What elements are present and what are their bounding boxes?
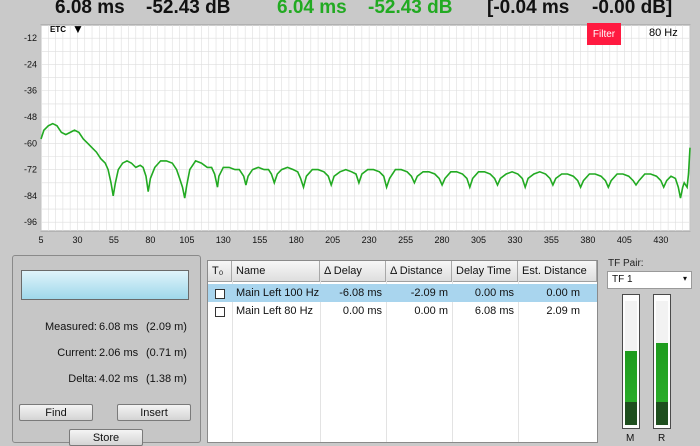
level-progress-meter [21,270,189,300]
row-delta-distance: -2.09 m [410,287,448,299]
t0-checkbox[interactable] [215,307,225,317]
y-tick-label: -12 [24,33,37,43]
row-name: Main Left 80 Hz [236,305,314,317]
delta-level-readout: -0.00 dB] [592,0,673,18]
column-header-est-distance[interactable]: Est. Distance [518,261,597,281]
column-header-delay-time[interactable]: Delay Time [452,261,518,281]
table-row[interactable]: Main Left 80 Hz 0.00 ms 0.00 m 6.08 ms 2… [208,302,597,320]
delta-label: Delta: [68,373,97,385]
row-name: Main Left 100 Hz [236,287,320,299]
x-tick-label: 355 [544,235,559,245]
x-tick-label: 30 [72,235,82,245]
x-tick-label: 5 [38,235,43,245]
delay-readout-bar: 6.08 ms -52.43 dB 6.04 ms -52.43 dB [-0.… [0,0,700,24]
column-header-name[interactable]: Name [232,261,320,281]
measured-label: Measured: [45,321,97,333]
tf-pair-value: TF 1 [612,274,633,285]
filter-button[interactable]: Filter [587,23,621,45]
row-delta-delay: -6.08 ms [339,287,382,299]
etc-view-label: ETC [50,25,66,34]
y-tick-label: -72 [24,165,37,175]
x-tick-label: 80 [145,235,155,245]
x-tick-label: 305 [471,235,486,245]
x-tick-label: 430 [653,235,668,245]
view-dropdown-arrow-icon[interactable]: ▼ [72,22,84,36]
y-tick-label: -84 [24,191,37,201]
x-tick-label: 105 [179,235,194,245]
row-delta-distance: 0.00 m [414,305,448,317]
meter-label-m: M [626,433,635,444]
x-tick-label: 330 [507,235,522,245]
table-row[interactable]: Main Left 100 Hz -6.08 ms -2.09 m 0.00 m… [208,284,597,302]
x-tick-label: 180 [289,235,304,245]
x-tick-label: 205 [325,235,340,245]
delta-ms-value: 4.02 ms [99,373,139,385]
x-tick-label: 405 [617,235,632,245]
y-tick-label: -48 [24,112,37,122]
current-m-value: (0.71 m) [146,347,187,359]
meter-label-r: R [658,433,666,444]
measured-ms-value: 6.08 ms [99,321,139,333]
x-tick-label: 55 [109,235,119,245]
column-header-t0[interactable]: T₀ [208,261,232,281]
row-est-distance: 0.00 m [546,287,580,299]
row-delay-time: 0.00 ms [474,287,514,299]
level-meter-r [653,294,671,429]
row-delay-time: 6.08 ms [474,305,514,317]
insert-button[interactable]: Insert [117,404,191,421]
measured-delay-readout: 6.08 ms [55,0,125,18]
row-delta-delay: 0.00 ms [342,305,382,317]
current-delay-readout: 6.04 ms [277,0,347,18]
tf-pair-label: TF Pair: [608,258,644,269]
x-tick-label: 155 [252,235,267,245]
column-header-delta-delay[interactable]: Δ Delay [320,261,386,281]
chevron-down-icon: ▾ [682,274,687,283]
y-tick-label: -36 [24,86,37,96]
store-button[interactable]: Store [69,429,143,446]
tf-pair-select[interactable]: TF 1 ▾ [607,271,692,289]
current-level-readout: -52.43 dB [368,0,453,18]
level-meter-m [622,294,640,429]
table-header: T₀ Name Δ Delay Δ Distance Delay Time Es… [208,261,597,282]
y-tick-label: -96 [24,217,37,227]
x-tick-label: 130 [216,235,231,245]
y-tick-label: -60 [24,138,37,148]
y-tick-label: -24 [24,59,37,69]
column-header-delta-distance[interactable]: Δ Distance [386,261,452,281]
measured-m-value: (2.09 m) [146,321,187,333]
delay-finder-panel: Measured: 6.08 ms (2.09 m) Current: 2.06… [12,255,201,446]
current-ms-value: 2.06 ms [99,347,139,359]
delta-m-value: (1.38 m) [146,373,187,385]
delay-table: T₀ Name Δ Delay Δ Distance Delay Time Es… [207,260,598,443]
filter-frequency-value[interactable]: 80 Hz [649,27,678,39]
x-tick-label: 255 [398,235,413,245]
current-label: Current: [57,347,97,359]
t0-checkbox[interactable] [215,289,225,299]
measured-level-readout: -52.43 dB [146,0,231,18]
x-tick-label: 280 [435,235,450,245]
etc-chart[interactable]: -12 -24 -36 -48 -60 -72 -84 -96 5 30 55 80 105 130 15… [0,24,700,250]
x-tick-label: 230 [362,235,377,245]
x-tick-label: 380 [580,235,595,245]
find-button[interactable]: Find [19,404,93,421]
delta-delay-readout: [-0.04 ms [487,0,570,18]
row-est-distance: 2.09 m [546,305,580,317]
